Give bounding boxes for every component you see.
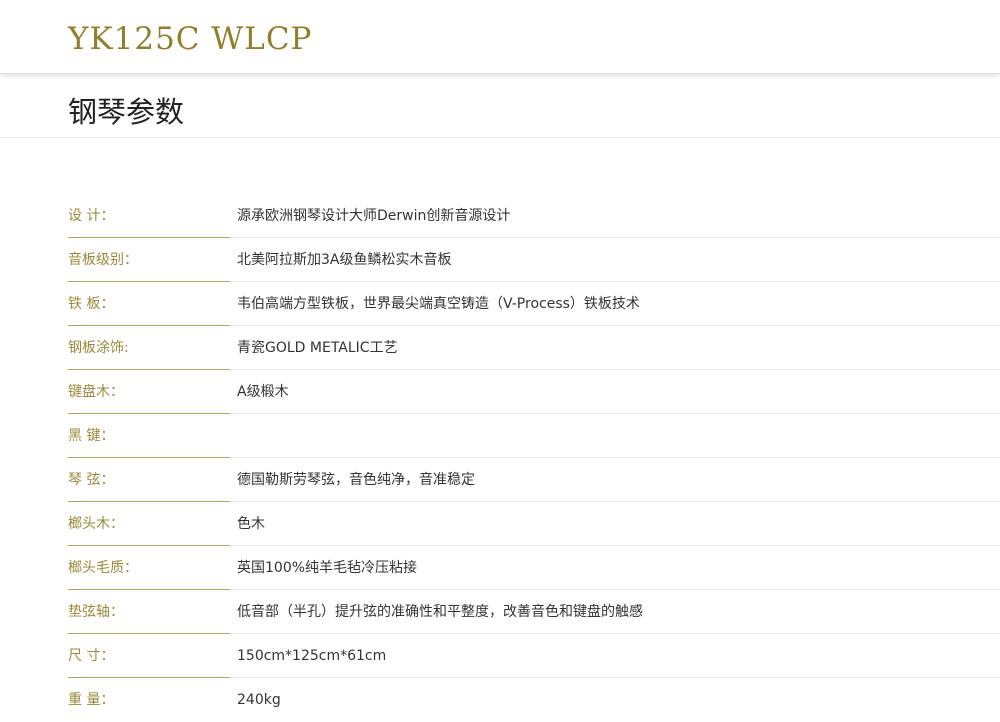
spec-table: 设 计： 源承欧洲钢琴设计大师Derwin创新音源设计 音板级别： 北美阿拉斯加… <box>0 194 1000 722</box>
spec-value: 150cm*125cm*61cm <box>230 634 1000 678</box>
spec-value: 韦伯高端方型铁板，世界最尖端真空铸造（V-Process）铁板技术 <box>230 282 1000 326</box>
spec-row-string-bearing: 垫弦轴： 低音部（半孔）提升弦的准确性和平整度，改善音色和键盘的触感 <box>0 590 1000 634</box>
spec-row-dimensions: 尺 寸： 150cm*125cm*61cm <box>0 634 1000 678</box>
section-title: 钢琴参数 <box>68 95 185 129</box>
spec-value: 色木 <box>230 502 1000 546</box>
spec-label: 黑 键： <box>68 414 230 458</box>
spec-value: 青瓷GOLD METALIC工艺 <box>230 326 1000 370</box>
spec-value: 240kg <box>237 692 281 708</box>
page-header: YK125C WLCP <box>0 0 1000 74</box>
spec-label: 榔头木： <box>68 502 230 546</box>
spec-row-black-keys: 黑 键： <box>0 414 1000 458</box>
spec-label: 榔头毛质： <box>68 546 230 590</box>
spec-row-weight: 重 量： 240kg <box>0 678 1000 722</box>
spec-row-hammer-wood: 榔头木： 色木 <box>0 502 1000 546</box>
model-title: YK125C WLCP <box>68 21 313 57</box>
spec-value: 英国100%纯羊毛毡冷压粘接 <box>230 546 1000 590</box>
spec-label: 键盘木： <box>68 370 230 414</box>
spec-label: 尺 寸： <box>68 634 230 678</box>
spec-row-soundboard: 音板级别： 北美阿拉斯加3A级鱼鳞松实木音板 <box>0 238 1000 282</box>
spec-value: 低音部（半孔）提升弦的准确性和平整度，改善音色和键盘的触感 <box>230 590 1000 634</box>
spec-label: 钢板涂饰: <box>68 326 230 370</box>
spec-label: 铁 板： <box>68 282 230 326</box>
spec-row-plate-finish: 钢板涂饰: 青瓷GOLD METALIC工艺 <box>0 326 1000 370</box>
spec-label: 琴 弦： <box>68 458 230 502</box>
spec-row-strings: 琴 弦： 德国勒斯劳琴弦，音色纯净，音准稳定 <box>0 458 1000 502</box>
spec-value: 北美阿拉斯加3A级鱼鳞松实木音板 <box>230 238 1000 282</box>
spec-row-key-wood: 键盘木： A级椴木 <box>0 370 1000 414</box>
spec-label: 重 量： <box>68 692 115 708</box>
spec-row-hammer-felt: 榔头毛质： 英国100%纯羊毛毡冷压粘接 <box>0 546 1000 590</box>
spec-value: 德国勒斯劳琴弦，音色纯净，音准稳定 <box>230 458 1000 502</box>
spec-value: 源承欧洲钢琴设计大师Derwin创新音源设计 <box>230 194 1000 238</box>
spec-row-iron-plate: 铁 板： 韦伯高端方型铁板，世界最尖端真空铸造（V-Process）铁板技术 <box>0 282 1000 326</box>
spec-label: 垫弦轴： <box>68 590 230 634</box>
spec-value <box>230 414 1000 458</box>
spec-value: A级椴木 <box>230 370 1000 414</box>
spec-label: 音板级别： <box>68 238 230 282</box>
section-divider <box>0 137 1000 138</box>
spec-row-design: 设 计： 源承欧洲钢琴设计大师Derwin创新音源设计 <box>0 194 1000 238</box>
spec-label: 设 计： <box>68 194 230 238</box>
